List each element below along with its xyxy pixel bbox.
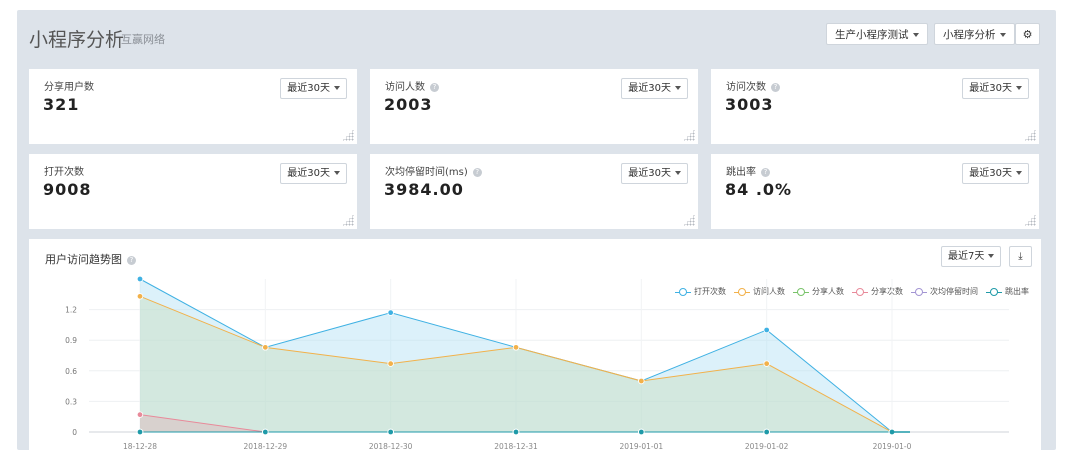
data-point <box>387 360 394 367</box>
data-point <box>136 293 144 300</box>
app-select-button[interactable]: 生产小程序测试 <box>826 23 928 45</box>
metric-range-label: 最近30天 <box>628 168 671 179</box>
y-tick-label: 0 <box>72 428 77 437</box>
gear-icon: ⚙ <box>1022 28 1033 41</box>
metric-value: 9008 <box>43 180 92 199</box>
resize-handle[interactable] <box>1024 129 1036 141</box>
metric-range-button[interactable]: 最近30天 <box>962 163 1029 184</box>
metric-label: 访问人数? <box>385 78 439 93</box>
metric-card: 次均停留时间(ms)? 3984.00 最近30天 <box>370 154 698 229</box>
help-icon[interactable]: ? <box>771 82 780 92</box>
metric-label: 跳出率? <box>726 163 770 178</box>
view-select-label: 小程序分析 <box>943 29 996 41</box>
data-point <box>387 428 394 436</box>
chevron-down-icon <box>999 33 1006 37</box>
metric-value: 321 <box>43 95 80 114</box>
data-point <box>638 428 645 436</box>
x-tick-label: 2018-12-29 <box>244 442 288 450</box>
metric-card: 打开次数 9008 最近30天 <box>29 154 357 229</box>
metric-range-label: 最近30天 <box>628 83 671 94</box>
metric-range-button[interactable]: 最近30天 <box>280 78 347 99</box>
metric-card: 访问人数? 2003 最近30天 <box>370 69 698 144</box>
chevron-down-icon <box>675 171 681 175</box>
resize-handle[interactable] <box>342 214 354 226</box>
metric-range-button[interactable]: 最近30天 <box>621 78 688 99</box>
data-point <box>136 275 144 283</box>
chevron-down-icon <box>334 171 340 175</box>
metric-value: 2003 <box>384 95 433 114</box>
trend-chart: 0 0.3 0.6 0.9 1.2 18-12-28 2018-12-29 2018-12-3… <box>65 275 1009 450</box>
resize-handle[interactable] <box>342 129 354 141</box>
y-tick-label: 1.2 <box>65 306 77 315</box>
x-tick-label: 18-12-28 <box>123 442 157 450</box>
x-tick-label: 2019-01-02 <box>745 442 789 450</box>
metric-range-label: 最近30天 <box>287 168 330 179</box>
metric-label: 分享用户数 <box>44 82 94 93</box>
metric-range-button[interactable]: 最近30天 <box>962 78 1029 99</box>
data-point <box>763 360 770 367</box>
help-icon[interactable]: ? <box>761 167 770 177</box>
metric-card: 分享用户数 321 最近30天 <box>29 69 357 144</box>
metric-label: 次均停留时间(ms)? <box>385 163 482 178</box>
x-tick-label: 2019-01-01 <box>620 442 664 450</box>
data-point <box>136 428 144 436</box>
page-subtitle: 互赢网络 <box>121 33 165 46</box>
metric-value: 3003 <box>725 95 774 114</box>
data-point <box>512 344 520 351</box>
view-select-button[interactable]: 小程序分析 <box>934 23 1015 45</box>
x-tick-label: 2018-12-31 <box>494 442 538 450</box>
dashboard-frame: 小程序分析 互赢网络 生产小程序测试 小程序分析 ⚙ 分享用户数 321 最近30天… <box>17 10 1056 450</box>
chevron-down-icon <box>1016 86 1022 90</box>
data-point <box>262 344 269 351</box>
resize-handle[interactable] <box>683 129 695 141</box>
x-tick-label: 2019-01-0 <box>873 442 912 450</box>
metric-card: 访问次数? 3003 最近30天 <box>711 69 1039 144</box>
resize-handle[interactable] <box>1024 214 1036 226</box>
settings-button[interactable]: ⚙ <box>1015 23 1040 45</box>
data-point <box>763 428 770 436</box>
header: 小程序分析 互赢网络 生产小程序测试 小程序分析 ⚙ <box>17 10 1056 60</box>
help-icon[interactable]: ? <box>472 167 482 177</box>
metric-range-label: 最近30天 <box>969 83 1012 94</box>
metric-range-label: 最近30天 <box>969 168 1012 179</box>
metric-range-button[interactable]: 最近30天 <box>621 163 688 184</box>
data-point <box>763 326 770 334</box>
y-tick-label: 0.3 <box>65 397 77 406</box>
metric-range-button[interactable]: 最近30天 <box>280 163 347 184</box>
metric-value: 84 .0% <box>725 180 793 199</box>
data-point <box>387 309 394 316</box>
data-point <box>512 428 520 436</box>
metric-label: 打开次数 <box>44 167 84 178</box>
metric-value: 3984.00 <box>384 180 464 199</box>
chevron-down-icon <box>1016 171 1022 175</box>
y-tick-label: 0.9 <box>65 336 77 345</box>
chevron-down-icon <box>675 86 681 90</box>
app-select-label: 生产小程序测试 <box>835 29 909 41</box>
chevron-down-icon <box>912 33 919 37</box>
trend-panel: 用户访问趋势图? 最近7天 ⤓ 打开次数 访问人数 分享人数 分享次数 次均停留时间 跳出… <box>29 239 1041 450</box>
metric-card: 跳出率? 84 .0% 最近30天 <box>711 154 1039 229</box>
metric-range-label: 最近30天 <box>287 83 330 94</box>
data-point <box>638 377 645 385</box>
x-tick-label: 2018-12-30 <box>369 442 413 450</box>
metric-label: 访问次数? <box>726 78 780 93</box>
data-point <box>136 411 144 418</box>
help-icon[interactable]: ? <box>430 82 439 92</box>
data-point <box>262 428 269 436</box>
y-tick-label: 0.6 <box>65 367 77 376</box>
resize-handle[interactable] <box>683 214 695 226</box>
chevron-down-icon <box>334 86 340 90</box>
page-title: 小程序分析 <box>29 29 125 51</box>
